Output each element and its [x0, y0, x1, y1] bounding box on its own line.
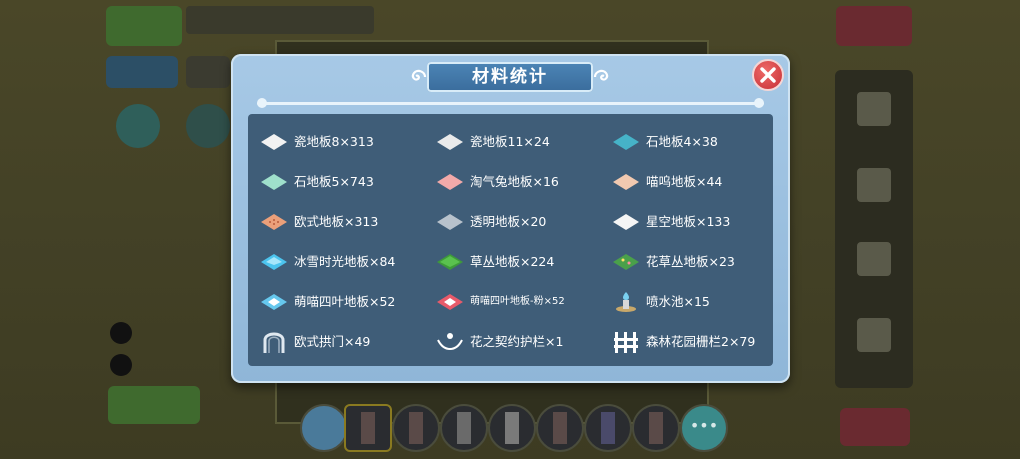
material-item: 森林花园栅栏2×79 — [600, 326, 772, 358]
divider — [257, 102, 764, 105]
design-mode-button[interactable] — [106, 56, 178, 88]
fence-icon — [614, 332, 638, 353]
slab-tool[interactable] — [536, 404, 584, 452]
panel-icon[interactable] — [857, 318, 891, 352]
bottom-toolbar: ••• — [298, 400, 728, 452]
flower-grass-tile-icon — [613, 254, 639, 270]
close-button[interactable] — [752, 59, 784, 91]
material-label: 花草丛地板×23 — [646, 254, 735, 269]
dialog-title: 材料统计 — [472, 67, 548, 87]
material-label: 喷水池×15 — [646, 294, 710, 309]
clear-button[interactable] — [840, 408, 910, 446]
material-item: 草丛地板×224 — [424, 246, 596, 278]
grass-tile-icon — [437, 254, 463, 270]
material-label: 欧式拱门×49 — [294, 334, 371, 349]
material-label: 石地板5×743 — [294, 174, 374, 189]
material-label: 淘气兔地板×16 — [470, 174, 559, 189]
dialog-title-bar: 材料统计 — [407, 62, 613, 92]
radio-toggle[interactable] — [110, 322, 132, 344]
slab-tool[interactable] — [344, 404, 392, 452]
material-item: 萌喵四叶地板×52 — [248, 286, 420, 318]
material-item: 石地板4×38 — [600, 126, 772, 158]
mint-tile-icon — [261, 174, 287, 190]
material-item: 花草丛地板×23 — [600, 246, 772, 278]
swirl-ornament-icon — [411, 69, 427, 81]
material-item: 喷水池×15 — [600, 286, 772, 318]
right-panel — [835, 70, 913, 388]
teal-tile-icon — [613, 134, 639, 150]
material-label: 花之契约护栏×1 — [470, 334, 564, 349]
swirl-ornament-icon — [593, 69, 609, 81]
radio-toggle[interactable] — [110, 354, 132, 376]
material-label: 瓷地板11×24 — [470, 134, 550, 149]
switch-button[interactable] — [108, 386, 200, 424]
material-label: 森林花园栅栏2×79 — [646, 334, 756, 349]
slab-tool[interactable] — [440, 404, 488, 452]
orange-pattern-tile-icon — [261, 214, 287, 230]
material-item: 欧式地板×313 — [248, 206, 420, 238]
gray-tile-icon — [437, 214, 463, 230]
material-label: 石地板4×38 — [646, 134, 718, 149]
material-list: 瓷地板8×313 瓷地板11×24 石地板4×38 石地板5×743 淘气兔地板… — [248, 114, 773, 366]
ice-tile-icon — [261, 254, 287, 270]
free-mode-button[interactable] — [186, 56, 230, 88]
clover-tile-icon — [261, 294, 287, 310]
exit-button[interactable] — [836, 6, 912, 46]
material-item: 星空地板×133 — [600, 206, 772, 238]
panel-icon[interactable] — [857, 242, 891, 276]
pink-clover-tile-icon — [437, 294, 463, 310]
panel-icon[interactable] — [857, 168, 891, 202]
material-stats-dialog: 材料统计 瓷地板8×313 瓷地板11×24 石地板4×38 石地板5×743 — [231, 54, 790, 383]
material-item: 萌喵四叶地板-粉×52 — [424, 286, 596, 318]
slab-tool[interactable] — [488, 404, 536, 452]
white-tile-icon — [613, 214, 639, 230]
panel-icon[interactable] — [857, 92, 891, 126]
slab-tool[interactable] — [392, 404, 440, 452]
material-label: 星空地板×133 — [646, 214, 731, 229]
material-item: 花之契约护栏×1 — [424, 326, 596, 358]
material-label: 透明地板×20 — [470, 214, 547, 229]
fountain-icon — [616, 292, 636, 312]
more-tools-button[interactable]: ••• — [680, 404, 728, 452]
material-label: 冰雪时光地板×84 — [294, 254, 396, 269]
material-item: 瓷地板8×313 — [248, 126, 420, 158]
slab-tool[interactable] — [584, 404, 632, 452]
peach-tile-icon — [613, 174, 639, 190]
eraser-tool[interactable] — [300, 404, 348, 452]
divider-dot — [754, 98, 764, 108]
material-item: 冰雪时光地板×84 — [248, 246, 420, 278]
white-tile-icon — [261, 134, 287, 150]
material-label: 喵呜地板×44 — [646, 174, 723, 189]
flower-rail-icon — [437, 333, 463, 350]
tool-icon[interactable] — [186, 104, 230, 148]
save-button[interactable] — [106, 6, 182, 46]
material-item: 瓷地板11×24 — [424, 126, 596, 158]
material-item: 石地板5×743 — [248, 166, 420, 198]
tool-icon[interactable] — [116, 104, 160, 148]
material-label: 欧式地板×313 — [294, 214, 379, 229]
material-item: 欧式拱门×49 — [248, 326, 420, 358]
material-item: 淘气兔地板×16 — [424, 166, 596, 198]
arch-icon — [263, 332, 285, 353]
complexity-counter — [186, 6, 374, 34]
material-label: 草丛地板×224 — [470, 254, 555, 269]
pink-tile-icon — [437, 174, 463, 190]
material-item: 透明地板×20 — [424, 206, 596, 238]
material-label: 萌喵四叶地板-粉×52 — [470, 296, 565, 307]
close-icon — [760, 67, 776, 83]
white-tile-icon — [437, 134, 463, 150]
material-label: 萌喵四叶地板×52 — [294, 294, 396, 309]
material-label: 瓷地板8×313 — [294, 134, 374, 149]
slab-tool[interactable] — [632, 404, 680, 452]
material-item: 喵呜地板×44 — [600, 166, 772, 198]
